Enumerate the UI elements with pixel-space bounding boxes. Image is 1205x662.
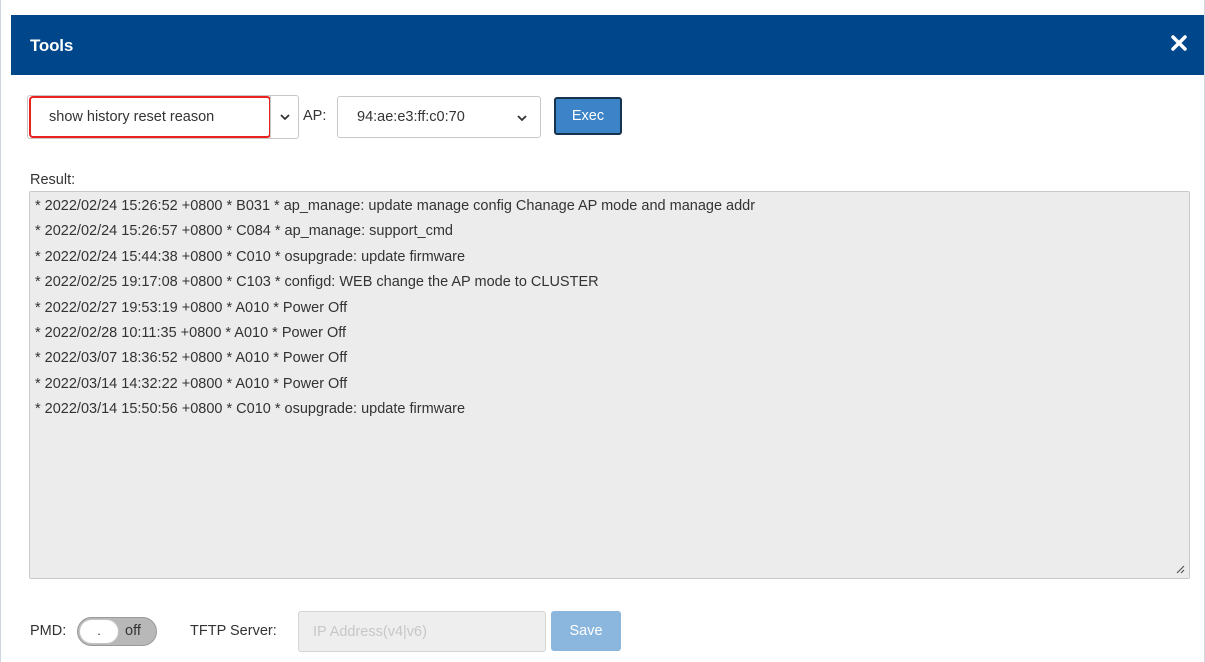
result-line: * 2022/02/25 19:17:08 +0800 * C103 * con… — [35, 274, 599, 291]
pmd-toggle-state: off — [125, 623, 141, 639]
pmd-label: PMD: — [30, 623, 67, 639]
save-button[interactable]: Save — [551, 611, 621, 651]
exec-button[interactable]: Exec — [554, 97, 622, 135]
result-line: * 2022/02/27 19:53:19 +0800 * A010 * Pow… — [35, 299, 348, 316]
result-label: Result: — [30, 172, 76, 188]
result-line: * 2022/03/07 18:36:52 +0800 * A010 * Pow… — [35, 350, 348, 367]
dialog-titlebar: Tools — [11, 15, 1204, 75]
resize-grip-icon[interactable] — [1175, 564, 1185, 574]
pmd-toggle[interactable]: . off — [77, 617, 157, 646]
result-line: * 2022/03/14 14:32:22 +0800 * A010 * Pow… — [35, 375, 348, 392]
pmd-toggle-knob: . — [79, 619, 119, 644]
command-select-chevron[interactable] — [270, 96, 298, 138]
close-icon-glyph — [1171, 35, 1187, 51]
command-highlight-box — [29, 96, 271, 138]
result-textarea[interactable]: * 2022/02/24 15:26:52 +0800 * B031 * ap_… — [29, 191, 1190, 579]
ap-select[interactable]: 94:ae:e3:ff:c0:70 — [337, 96, 541, 138]
result-line: * 2022/02/28 10:11:35 +0800 * A010 * Pow… — [35, 324, 347, 341]
tools-dialog: Tools show history reset reason AP: 94:a… — [0, 0, 1205, 662]
chevron-down-icon — [517, 115, 527, 122]
result-line: * 2022/02/24 15:26:57 +0800 * C084 * ap_… — [35, 223, 454, 240]
ap-select-value: 94:ae:e3:ff:c0:70 — [357, 109, 465, 125]
result-line: * 2022/02/24 15:44:38 +0800 * C010 * osu… — [35, 248, 466, 265]
tftp-server-label: TFTP Server: — [190, 623, 277, 639]
close-icon[interactable] — [1166, 30, 1192, 56]
dialog-title: Tools — [30, 36, 74, 55]
tftp-server-input[interactable] — [298, 611, 546, 652]
chevron-down-icon — [280, 114, 290, 121]
result-line: * 2022/02/24 15:26:52 +0800 * B031 * ap_… — [35, 198, 756, 214]
ap-label: AP: — [303, 108, 327, 124]
result-line: * 2022/03/14 15:50:56 +0800 * C010 * osu… — [35, 401, 466, 418]
